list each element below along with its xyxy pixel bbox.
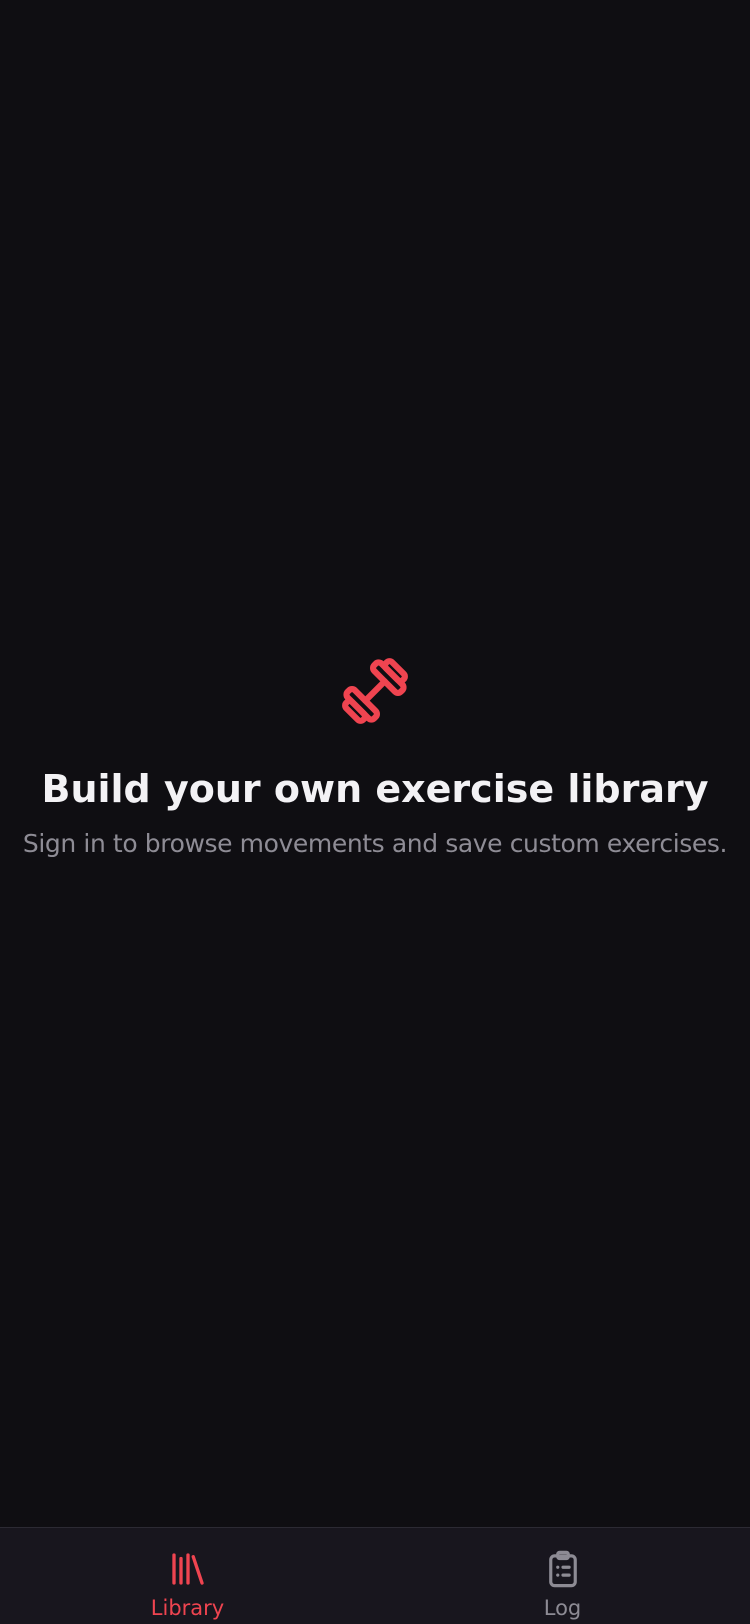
tab-log-label: Log — [543, 1596, 582, 1620]
empty-state-subtitle: Sign in to browse movements and save cus… — [22, 829, 728, 858]
bottom-tab-bar: Library Log — [0, 1527, 750, 1624]
tab-library[interactable]: Library — [0, 1528, 375, 1624]
clipboard-list-icon — [548, 1550, 577, 1588]
empty-state: Build your own exercise library Sign in … — [0, 650, 750, 861]
app-screen: Build your own exercise library Sign in … — [0, 0, 750, 1624]
library-icon — [171, 1553, 204, 1585]
tab-log[interactable]: Log — [375, 1528, 750, 1624]
empty-state-title: Build your own exercise library — [41, 767, 709, 811]
barbell-icon — [342, 658, 408, 724]
tab-library-label: Library — [150, 1596, 225, 1620]
